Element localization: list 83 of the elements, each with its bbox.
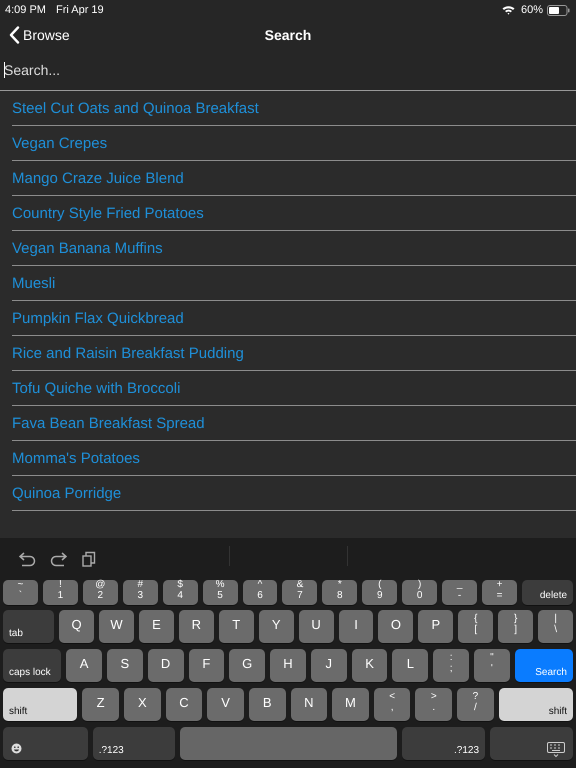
search-result[interactable]: Quinoa Porridge <box>12 484 122 502</box>
search-result[interactable]: Fava Bean Breakfast Spread <box>12 414 205 432</box>
wifi-icon <box>502 5 515 15</box>
key[interactable]: { [ <box>458 610 494 643</box>
key[interactable]: * 8 <box>322 580 358 605</box>
key[interactable]: Q <box>59 610 94 643</box>
status-time: 4:09 PM <box>5 4 46 16</box>
status-date: Fri Apr 19 <box>56 4 104 16</box>
key[interactable]: K <box>352 649 388 682</box>
smiley-icon <box>11 743 22 754</box>
key[interactable]: @ 2 <box>82 580 118 605</box>
key[interactable]: ? / <box>457 688 494 721</box>
key[interactable]: Z <box>82 688 119 721</box>
key[interactable]: S <box>106 649 143 682</box>
tab-key[interactable]: tab <box>3 610 54 643</box>
paste-icon[interactable] <box>82 551 96 567</box>
back-button[interactable]: Browse <box>0 26 70 44</box>
key[interactable]: ~ ` <box>3 580 38 605</box>
search-result[interactable]: Mango Craze Juice Blend <box>12 170 184 186</box>
key[interactable]: F <box>188 649 224 682</box>
key[interactable]: A <box>66 649 102 682</box>
delete-key[interactable]: delete <box>522 580 574 605</box>
key[interactable]: # 3 <box>122 580 158 605</box>
key[interactable]: + = <box>482 580 517 605</box>
key[interactable]: " ' <box>474 649 510 682</box>
key[interactable]: ( 9 <box>362 580 398 605</box>
chevron-left-icon <box>9 26 20 44</box>
key[interactable]: D <box>148 649 184 682</box>
key[interactable]: ^ 6 <box>242 580 278 605</box>
search-result[interactable]: Tofu Quiche with Broccoli <box>12 380 180 396</box>
numbers-key[interactable]: .?123 <box>92 727 176 760</box>
undo-icon[interactable] <box>18 551 36 567</box>
search-result[interactable]: Muesli <box>12 274 56 292</box>
key[interactable]: J <box>310 649 347 682</box>
redo-icon[interactable] <box>50 551 68 567</box>
key[interactable]: W <box>99 610 134 643</box>
nav-title: Search <box>264 27 312 43</box>
keyboard-down-icon <box>546 742 565 758</box>
key[interactable]: : ; <box>433 649 469 682</box>
key[interactable]: _ - <box>442 580 478 605</box>
key[interactable]: G <box>229 649 266 682</box>
key[interactable]: R <box>178 610 214 643</box>
search-result[interactable]: Vegan Crepes <box>12 134 108 152</box>
key[interactable]: % 5 <box>202 580 238 605</box>
key[interactable]: H <box>270 649 306 682</box>
key[interactable]: } ] <box>498 610 534 643</box>
battery-percent: 60% <box>520 4 543 16</box>
key[interactable]: M <box>332 688 369 721</box>
key[interactable]: B <box>248 688 286 721</box>
key[interactable]: Y <box>258 610 294 643</box>
key[interactable]: $ 4 <box>162 580 198 605</box>
key[interactable]: U <box>298 610 334 643</box>
key[interactable]: X <box>124 688 161 721</box>
key[interactable]: L <box>392 649 428 682</box>
key[interactable]: C <box>166 688 202 721</box>
key[interactable]: < , <box>374 688 410 721</box>
key[interactable]: E <box>138 610 174 643</box>
shift-key[interactable]: shift <box>3 688 78 721</box>
key[interactable]: ) 0 <box>402 580 438 605</box>
keyboard-dismiss-key[interactable] <box>490 727 573 760</box>
key[interactable]: I <box>338 610 374 643</box>
key[interactable]: P <box>418 610 454 643</box>
search-result[interactable]: Vegan Banana Muffins <box>12 240 163 256</box>
key[interactable]: ! 1 <box>42 580 78 605</box>
battery-icon <box>547 4 570 16</box>
shift-key[interactable]: shift <box>498 688 574 721</box>
search-result[interactable]: Momma's Potatoes <box>12 450 140 466</box>
emoji-key[interactable] <box>3 727 88 760</box>
search-field[interactable]: Search... <box>4 62 574 78</box>
key[interactable]: O <box>378 610 414 643</box>
search-result[interactable]: Pumpkin Flax Quickbread <box>12 310 184 326</box>
key[interactable]: > . <box>415 688 452 721</box>
search-key[interactable]: Search <box>514 649 573 682</box>
key[interactable]: V <box>207 688 244 721</box>
search-result[interactable]: Steel Cut Oats and Quinoa Breakfast <box>12 100 259 116</box>
numbers-key[interactable]: .?123 <box>402 727 486 760</box>
key[interactable]: N <box>290 688 328 721</box>
key[interactable]: & 7 <box>282 580 318 605</box>
search-result[interactable]: Country Style Fried Potatoes <box>12 204 204 222</box>
caps-lock-key[interactable]: caps lock <box>3 649 62 682</box>
key[interactable]: | \ <box>538 610 574 643</box>
search-result[interactable]: Rice and Raisin Breakfast Pudding <box>12 344 244 362</box>
key[interactable]: T <box>218 610 254 643</box>
